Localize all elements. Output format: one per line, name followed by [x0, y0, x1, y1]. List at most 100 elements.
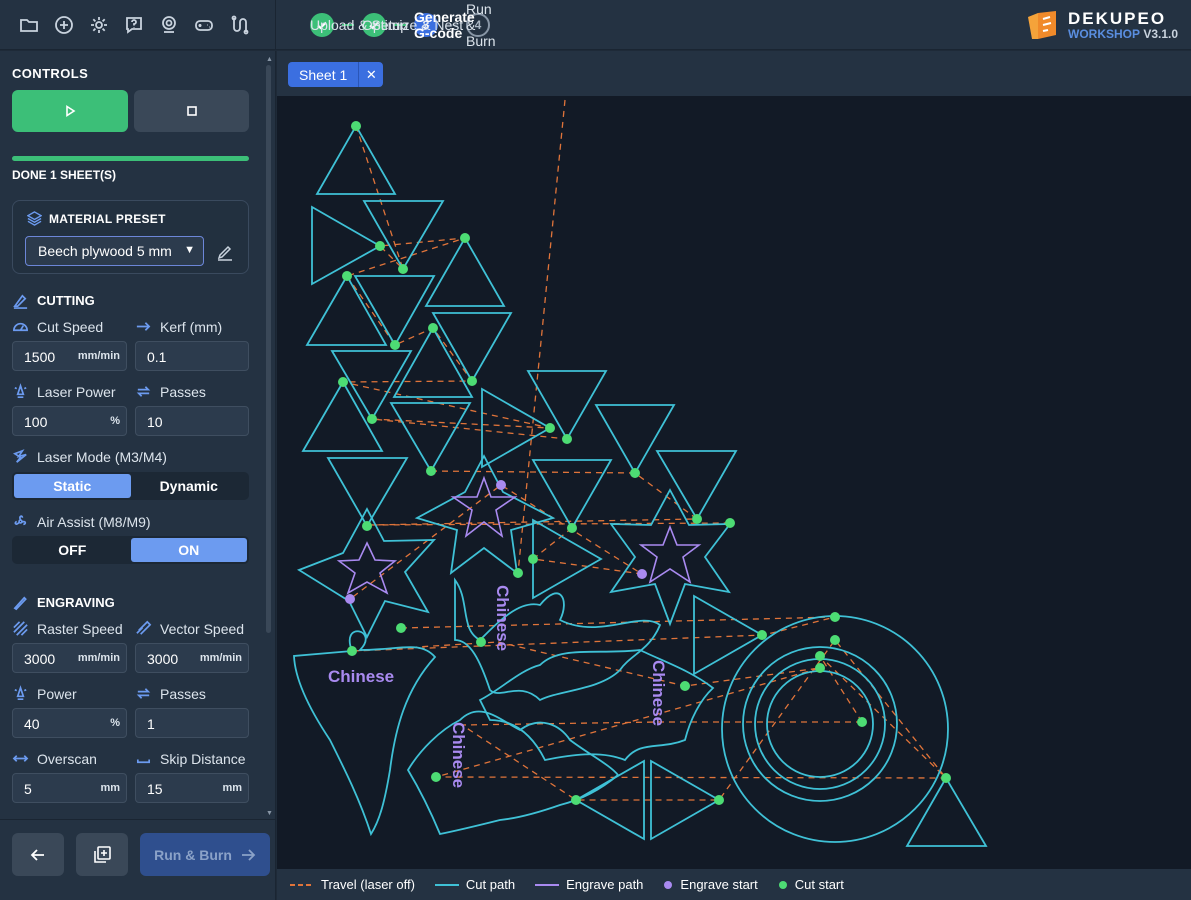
cut-start-dot [815, 663, 825, 673]
material-preset-select[interactable]: Beech plywood 5 mm ▼ [25, 236, 204, 266]
add-sheet-button[interactable] [76, 833, 128, 876]
app-root: Upload & Setup Optimize & Nest 3 Generat… [0, 0, 1191, 900]
sidebar-footer: Run & Burn [0, 819, 276, 900]
path-tools-icon[interactable] [228, 14, 250, 36]
play-button[interactable] [12, 90, 128, 132]
dot-icon [664, 880, 673, 889]
air-off-option[interactable]: OFF [14, 538, 131, 562]
progress-fill [12, 156, 249, 161]
engrave-power-unit: % [110, 717, 120, 729]
cut-start-dot [714, 795, 724, 805]
engrave-power-input[interactable]: 40 % [12, 708, 127, 738]
legend-cut-start-label: Cut start [794, 877, 844, 892]
lightning-icon [12, 449, 27, 463]
cut-speed-label-text: Cut Speed [37, 318, 104, 335]
cut-speed-value: 1500 [24, 349, 56, 365]
vector-speed-input[interactable]: 3000 mm/min [135, 643, 249, 673]
cut-start-dot [757, 630, 767, 640]
travel-path [342, 275, 568, 440]
cut-wavy-shape [478, 649, 715, 762]
laser-power-input[interactable]: 100 % [12, 406, 127, 436]
scroll-down-icon[interactable]: ▼ [266, 810, 273, 817]
tab-sheet-1[interactable]: Sheet 1 ✕ [288, 62, 384, 87]
brand-subtitle: WORKSHOP V3.1.0 [1068, 27, 1178, 41]
job-progress-bar [12, 156, 249, 161]
passes-label-text: Passes [160, 383, 206, 400]
legend-engrave-label: Engrave path [566, 877, 644, 892]
edit-preset-icon[interactable] [215, 241, 235, 261]
cut-triangle [531, 459, 613, 530]
toolpath-legend: Travel (laser off) Cut path Engrave path… [277, 869, 1191, 900]
cut-triangle [362, 200, 445, 271]
cut-start-dot [338, 377, 348, 387]
plus-circle-icon[interactable] [53, 14, 75, 36]
cut-start-dot [857, 717, 867, 727]
cutting-section-title: CUTTING [12, 292, 95, 309]
cut-speed-unit: mm/min [77, 350, 120, 362]
engrave-pen-icon [13, 596, 27, 611]
scroll-up-icon[interactable]: ▲ [266, 56, 273, 63]
step-generate-gcode[interactable]: 3 Generate G-code [414, 9, 475, 41]
mode-dynamic-option[interactable]: Dynamic [131, 474, 248, 498]
gauge-icon [13, 322, 28, 332]
laser-power-label: Laser Power [12, 383, 116, 400]
dot-icon [778, 880, 787, 889]
overscan-label: Overscan [12, 750, 97, 767]
step-upload-setup[interactable]: Upload & Setup [310, 13, 408, 37]
webcam-icon[interactable] [158, 14, 180, 36]
cut-triangle [905, 776, 988, 847]
run-burn-button[interactable]: Run & Burn [140, 833, 270, 876]
kerf-label: Kerf (mm) [135, 318, 222, 335]
engraving-section-title: ENGRAVING [12, 594, 115, 611]
cut-passes-input[interactable]: 10 [135, 406, 249, 436]
raster-speed-label-text: Raster Speed [37, 620, 123, 637]
toolbar [0, 0, 276, 50]
skip-distance-input[interactable]: 15 mm [135, 773, 249, 803]
air-on-option[interactable]: ON [130, 538, 247, 562]
cut-passes-value: 10 [147, 414, 163, 430]
fan-icon [14, 515, 27, 526]
cut-start-dot [375, 241, 385, 251]
stop-button[interactable] [134, 90, 249, 132]
gamepad-icon[interactable] [193, 14, 215, 36]
cut-start-dot [571, 795, 581, 805]
sidebar-scrollbar[interactable] [266, 65, 271, 633]
cut-triangle [315, 124, 397, 195]
raster-speed-value: 3000 [24, 651, 56, 667]
passes-label: Passes [135, 383, 206, 400]
step-optimize-nest[interactable]: Optimize & Nest [362, 13, 463, 37]
step-label: Run & Burn [466, 1, 496, 49]
cut-speed-input[interactable]: 1500 mm/min [12, 341, 127, 371]
folder-icon[interactable] [18, 14, 40, 36]
mode-static-option[interactable]: Static [14, 474, 131, 498]
legend-travel-label: Travel (laser off) [321, 877, 415, 892]
legend-cut: Cut path [434, 877, 515, 892]
back-button[interactable] [12, 833, 64, 876]
close-icon[interactable]: ✕ [358, 62, 384, 87]
vector-speed-label-text: Vector Speed [160, 620, 245, 637]
legend-engrave: Engrave path [535, 877, 643, 892]
engrave-passes-input[interactable]: 1 [135, 708, 249, 738]
kerf-input[interactable]: 0.1 [135, 341, 249, 371]
engrave-text: Chinese [493, 585, 512, 651]
repeat-icon [136, 386, 151, 397]
gear-icon[interactable] [88, 14, 110, 36]
cut-wavy-shape [293, 630, 437, 837]
cut-start-dot [362, 521, 372, 531]
cut-start-dot [513, 568, 523, 578]
cut-triangle [532, 518, 603, 600]
kerf-label-text: Kerf (mm) [160, 318, 223, 335]
preset-selected-value: Beech plywood 5 mm [38, 243, 172, 259]
raster-speed-input[interactable]: 3000 mm/min [12, 643, 127, 673]
overscan-input[interactable]: 5 mm [12, 773, 127, 803]
raster-speed-label: Raster Speed [12, 620, 123, 637]
laser-mode-toggle: Static Dynamic [12, 472, 249, 500]
gcode-preview-canvas[interactable]: Chinese Chinese Chinese Chinese [277, 96, 1191, 869]
cut-start-dot [630, 468, 640, 478]
step-run-burn[interactable]: 4 Run & Burn [466, 1, 496, 49]
cut-start-dot [390, 340, 400, 350]
help-icon[interactable] [123, 14, 145, 36]
controls-title: CONTROLS [12, 66, 89, 81]
cut-start-dot [342, 271, 352, 281]
cut-speed-label: Cut Speed [12, 318, 103, 335]
